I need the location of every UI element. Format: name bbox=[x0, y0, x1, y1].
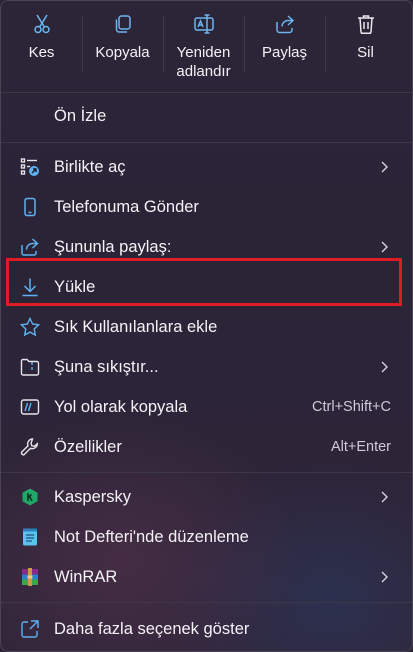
external-open-icon bbox=[21, 620, 39, 638]
menu-divider bbox=[1, 92, 412, 93]
chevron-right-icon bbox=[381, 491, 388, 503]
menu-item-open-with[interactable]: Birlikte aç bbox=[1, 147, 412, 187]
star-icon bbox=[20, 317, 40, 337]
rename-label: Yeniden adlandır bbox=[176, 44, 231, 80]
winrar-icon bbox=[22, 568, 38, 586]
menu-item-notepad-edit[interactable]: Not Defteri'nde düzenleme bbox=[1, 517, 412, 557]
menu-item-label: Daha fazla seçenek göster bbox=[54, 619, 250, 638]
chevron-right-icon bbox=[381, 241, 388, 253]
kaspersky-icon bbox=[22, 488, 38, 506]
menu-item-properties[interactable]: Özellikler Alt+Enter bbox=[1, 427, 412, 467]
open-with-icon bbox=[20, 158, 39, 176]
menu-item-winrar[interactable]: WinRAR bbox=[1, 557, 412, 597]
zip-folder-icon bbox=[20, 358, 40, 376]
menu-item-preview[interactable]: Ön İzle bbox=[1, 96, 412, 136]
menu-item-label: Telefonuma Gönder bbox=[54, 197, 199, 216]
share-icon bbox=[21, 238, 39, 256]
menu-item-copy-as-path[interactable]: Yol olarak kopyala Ctrl+Shift+C bbox=[1, 387, 412, 427]
menu-divider bbox=[1, 142, 412, 143]
menu-item-label: Sık Kullanılanlara ekle bbox=[54, 317, 218, 336]
copy-icon bbox=[115, 15, 131, 33]
chevron-right-icon bbox=[381, 361, 388, 373]
copy-path-icon bbox=[20, 399, 40, 415]
notepad-icon bbox=[23, 528, 37, 546]
menu-item-label: Not Defteri'nde düzenleme bbox=[54, 527, 249, 546]
menu-item-label: Kaspersky bbox=[54, 487, 132, 506]
scissors-icon bbox=[33, 14, 50, 34]
menu-item-compress-to[interactable]: Şuna sıkıştır... bbox=[1, 347, 412, 387]
phone-icon bbox=[24, 197, 36, 217]
menu-item-more-options[interactable]: Daha fazla seçenek göster bbox=[1, 609, 412, 649]
menu-item-kaspersky[interactable]: Kaspersky bbox=[1, 477, 412, 517]
context-menu: Kes Kopyala Yeniden adlandır Paylaş Sil … bbox=[0, 0, 413, 652]
menu-divider bbox=[1, 472, 412, 473]
menu-item-label: Yol olarak kopyala bbox=[54, 397, 188, 416]
menu-item-label: WinRAR bbox=[54, 567, 118, 586]
highlight-box bbox=[6, 258, 402, 306]
share-button[interactable]: Paylaş bbox=[244, 1, 325, 89]
chevron-right-icon bbox=[381, 571, 388, 583]
delete-label: Sil bbox=[357, 44, 374, 61]
cut-label: Kes bbox=[28, 44, 55, 61]
share-icon bbox=[275, 15, 294, 34]
menu-item-label: Şununla paylaş: bbox=[54, 237, 172, 256]
rename-icon bbox=[193, 14, 214, 34]
cut-button[interactable]: Kes bbox=[1, 1, 82, 89]
share-label: Paylaş bbox=[261, 44, 308, 61]
menu-item-send-to-phone[interactable]: Telefonuma Gönder bbox=[1, 187, 412, 227]
menu-item-label: Birlikte aç bbox=[54, 157, 126, 176]
delete-button[interactable]: Sil bbox=[325, 1, 406, 89]
copy-label: Kopyala bbox=[95, 44, 150, 61]
copy-button[interactable]: Kopyala bbox=[82, 1, 163, 89]
menu-item-label: Özellikler bbox=[54, 437, 122, 456]
trash-icon bbox=[357, 15, 374, 35]
shortcut-label: Alt+Enter bbox=[330, 439, 391, 455]
shortcut-label: Ctrl+Shift+C bbox=[312, 399, 391, 415]
menu-item-label: Ön İzle bbox=[54, 106, 107, 125]
context-menu-toolbar: Kes Kopyala Yeniden adlandır Paylaş Sil bbox=[1, 1, 412, 89]
chevron-right-icon bbox=[381, 161, 388, 173]
menu-divider bbox=[1, 602, 412, 603]
menu-item-label: Şuna sıkıştır... bbox=[54, 357, 159, 376]
menu-item-add-favorites[interactable]: Sık Kullanılanlara ekle bbox=[1, 307, 412, 347]
rename-button[interactable]: Yeniden adlandır bbox=[163, 1, 244, 89]
wrench-icon bbox=[20, 438, 39, 456]
